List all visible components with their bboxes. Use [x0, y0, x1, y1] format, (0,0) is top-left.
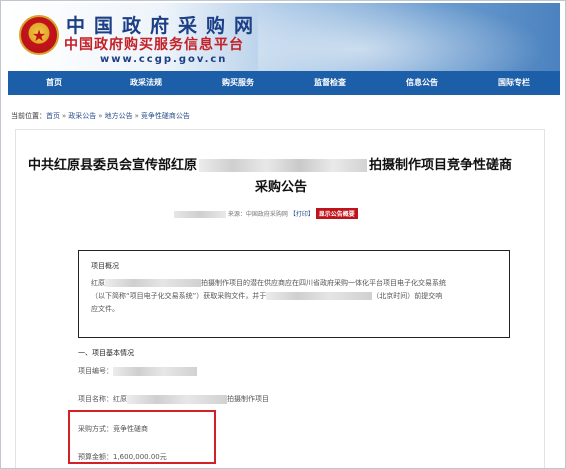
redacted-date [174, 211, 226, 218]
highlight-box [68, 410, 216, 464]
logo-url: www.ccgp.gov.cn [100, 54, 228, 65]
breadcrumb-item-home[interactable]: 首页 [46, 112, 60, 120]
project-overview-box: 项目概况 红原 拍摄制作项目的潜在供应商应在四川省政府采购一体化平台项目电子化交易… [78, 250, 510, 338]
section-heading: 一、项目基本情况 [78, 349, 134, 357]
article-title-line2: 采购公告 [254, 180, 307, 195]
site-header: ★ 中国政府采购网 中国政府购买服务信息平台 www.ccgp.gov.cn [8, 3, 560, 71]
breadcrumb-item-current[interactable]: 竞争性磋商公告 [141, 112, 190, 120]
nav-item-purchase-services[interactable]: 购买服务 [192, 71, 284, 95]
project-name-field: 项目名称：红原 拍摄制作项目 [78, 394, 269, 404]
nav-item-home[interactable]: 首页 [8, 71, 100, 95]
overview-heading: 项目概况 [91, 262, 119, 270]
meta-source: 来源：中国政府采购网 [227, 211, 288, 218]
main-nav: 首页 政采法规 购买服务 监督检查 信息公告 国际专栏 [8, 71, 560, 95]
article-content: 中共红原县委员会宣传部红原 拍摄制作项目竞争性磋商 采购公告 来源：中国政府采购网… [15, 129, 545, 468]
breadcrumb-item-local[interactable]: 地方公告 [105, 112, 133, 120]
print-link[interactable]: 【打印】 [290, 211, 314, 218]
title-part-2: 拍摄制作项目竞争性磋商 [369, 158, 513, 173]
article-meta: 来源：中国政府采购网 【打印】 显示公告概要 [174, 208, 358, 219]
redacted-block [113, 366, 197, 376]
national-emblem-icon: ★ [19, 15, 59, 55]
redacted-block [127, 394, 227, 404]
nav-item-supervision[interactable]: 监督检查 [284, 71, 376, 95]
header-decoration [258, 3, 560, 71]
breadcrumb-item-procurement[interactable]: 政采公告 [68, 112, 96, 120]
breadcrumb-prefix: 当前位置： [11, 112, 46, 120]
summary-badge-button[interactable]: 显示公告概要 [315, 208, 358, 219]
nav-item-regulations[interactable]: 政采法规 [100, 71, 192, 95]
project-number-field: 项目编号： [78, 366, 197, 376]
nav-item-international[interactable]: 国际专栏 [468, 71, 560, 95]
overview-text: 红原 拍摄制作项目的潜在供应商应在四川省政府采购一体化平台项目电子化交易系统 （以… [91, 279, 446, 313]
article-title: 中共红原县委员会宣传部红原 拍摄制作项目竞争性磋商 [28, 154, 534, 173]
title-part-1: 中共红原县委员会宣传部红原 [28, 158, 198, 173]
nav-item-announcements[interactable]: 信息公告 [376, 71, 468, 95]
breadcrumb: 当前位置：首页» 政采公告» 地方公告» 竞争性磋商公告 [11, 112, 190, 120]
redacted-block [105, 279, 201, 287]
logo-subtitle: 中国政府购买服务信息平台 [64, 37, 244, 53]
browser-frame: ★ 中国政府采购网 中国政府购买服务信息平台 www.ccgp.gov.cn 首… [0, 0, 566, 469]
redacted-block [199, 159, 368, 172]
redacted-block [266, 292, 373, 300]
